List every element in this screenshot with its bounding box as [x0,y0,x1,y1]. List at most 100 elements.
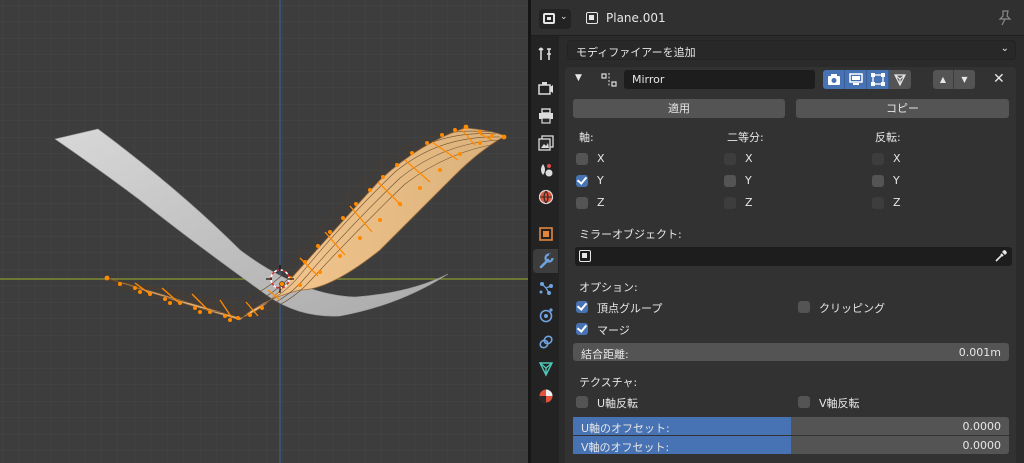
add-modifier-dropdown[interactable]: モディファイアーを追加 ⌄ [567,40,1016,60]
object-square-icon [539,227,553,241]
viewport-toggle[interactable] [845,70,867,89]
bisect-x-label: X [745,152,753,165]
object-name: Plane.001 [606,11,666,25]
tab-particles[interactable] [533,276,558,300]
remove-modifier-icon[interactable]: ✕ [993,71,1005,87]
apply-button[interactable]: 適用 [573,99,785,118]
bisect-z-checkbox[interactable] [724,197,736,209]
flip-x-checkbox[interactable] [872,153,884,165]
mirror-modifier-panel: ▼ Mirror ▲ ▼ ✕ 適用 コピー 軸: 二等分: 反転: X X X … [565,67,1016,463]
u-offset-field[interactable]: U軸のオフセット: 0.0000 [573,417,1009,435]
viewport-canvas[interactable] [0,0,528,463]
3d-viewport[interactable] [0,0,528,463]
axis-y-checkbox[interactable] [576,175,588,187]
u-flip-checkbox[interactable] [576,396,588,408]
modifier-visibility-toggles [823,70,911,89]
copy-button[interactable]: コピー [796,99,1009,118]
object-square-icon [586,12,598,24]
vertex-groups-checkbox[interactable] [576,301,588,313]
bisect-x-checkbox[interactable] [724,153,736,165]
constraint-icon [539,335,553,349]
bisect-y-label: Y [745,174,752,187]
flip-y-checkbox[interactable] [872,175,884,187]
flip-z-checkbox[interactable] [872,197,884,209]
cage-toggle[interactable] [889,70,911,89]
object-origin [279,281,285,287]
merge-distance-value: 0.001m [958,346,1001,359]
u-offset-label: U軸のオフセット: [581,422,670,435]
merge-distance-field[interactable]: 結合距離: 0.001m [573,343,1009,361]
collapse-arrow-icon[interactable]: ▼ [575,73,582,83]
render-toggle[interactable] [823,70,845,89]
tab-scene[interactable] [533,158,558,182]
u-flip-label: U軸反転 [597,397,639,410]
mirror-object-label: ミラーオブジェクト: [579,228,682,241]
bisect-z-label: Z [745,196,753,209]
physics-icon [539,308,553,323]
vertex-groups-label: 頂点グループ [597,302,663,315]
chevron-down-icon: ⌄ [560,12,568,22]
camera-icon [828,74,840,85]
tab-material[interactable] [533,384,558,408]
tab-constraints[interactable] [533,330,558,354]
viewport-grid [0,0,528,463]
properties-editor-icon [543,13,555,24]
tab-data[interactable] [533,357,558,381]
monitor-icon [849,73,863,85]
move-down-button[interactable]: ▼ [954,70,975,89]
flip-z-label: Z [893,196,901,209]
wrench-icon [539,253,554,269]
modifier-header: ▼ Mirror ▲ ▼ ✕ [565,67,1016,93]
textures-heading: テクスチャ: [579,376,638,389]
scene-icon [541,164,553,177]
merge-distance-label: 結合距離: [581,348,629,361]
modifier-name-field[interactable]: Mirror [624,70,815,89]
move-up-button[interactable]: ▲ [933,70,954,89]
mesh-cage-icon [894,74,906,86]
camera-back-icon [538,82,553,95]
flip-heading: 反転: [875,131,901,144]
clipping-label: クリッピング [819,302,885,315]
tab-object[interactable] [533,222,558,246]
u-offset-value: 0.0000 [962,420,1002,433]
particles-icon [539,282,553,295]
axis-heading: 軸: [579,131,594,144]
tab-physics[interactable] [533,303,558,327]
clipping-checkbox[interactable] [798,301,810,313]
bisect-y-checkbox[interactable] [724,175,736,187]
object-square-icon [579,250,591,262]
v-offset-field[interactable]: V軸のオフセット: 0.0000 [573,436,1009,454]
editmode-toggle[interactable] [867,70,889,89]
chevron-down-icon: ⌄ [1000,43,1009,54]
pin-icon[interactable] [998,10,1012,26]
axis-z-label: Z [597,196,605,209]
editmode-icon [871,73,885,86]
mirror-object-field[interactable] [575,247,1012,266]
eyedropper-icon[interactable] [994,249,1008,263]
v-flip-checkbox[interactable] [798,396,810,408]
v-offset-label: V軸のオフセット: [581,441,670,454]
axis-z-checkbox[interactable] [576,197,588,209]
axis-y-label: Y [597,174,604,187]
add-modifier-label: モディファイアーを追加 [576,46,696,59]
tab-world[interactable] [533,185,558,209]
flip-x-label: X [893,152,901,165]
properties-editor: ⌄ Plane.001 モディファイアーを追加 ⌄ ▼ Mirror ▲ ▼ ✕… [531,0,1024,463]
bisect-heading: 二等分: [727,131,764,144]
tab-render[interactable] [533,77,558,101]
tab-modifiers[interactable] [533,249,558,273]
merge-checkbox[interactable] [576,323,588,335]
modifier-properties: モディファイアーを追加 ⌄ ▼ Mirror ▲ ▼ ✕ 適用 コピー 軸: 二… [559,36,1024,463]
printer-icon [539,108,553,124]
axis-x-label: X [597,152,605,165]
mirror-modifier-icon [601,73,617,87]
properties-header: ⌄ Plane.001 [531,0,1024,36]
tab-tool[interactable] [533,42,558,66]
tab-output[interactable] [533,104,558,128]
tab-view-layer[interactable] [533,131,558,155]
material-icon [539,389,553,403]
editor-type-button[interactable]: ⌄ [539,9,571,29]
move-buttons: ▲ ▼ [933,70,975,89]
v-flip-label: V軸反転 [819,397,860,410]
axis-x-checkbox[interactable] [576,153,588,165]
